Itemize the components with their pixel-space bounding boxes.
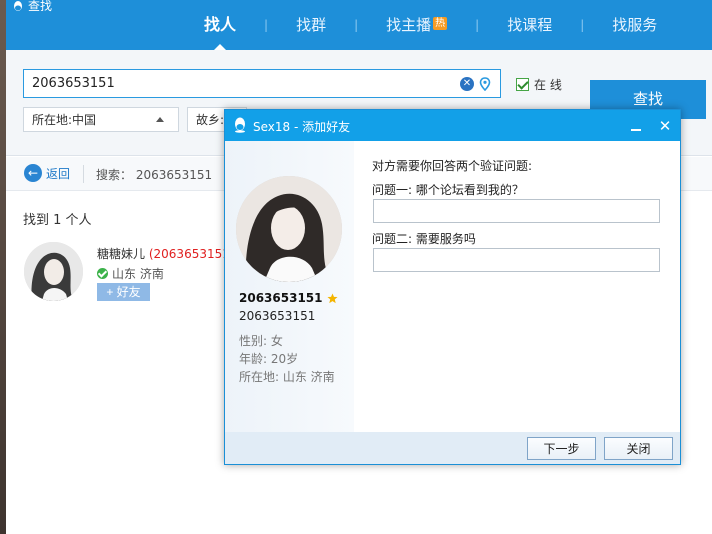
online-checkbox[interactable] bbox=[516, 78, 529, 91]
result-location: 山东 济南 bbox=[97, 265, 164, 282]
search-summary: 搜索： 2063653151 bbox=[96, 166, 212, 183]
qq-penguin-icon bbox=[235, 117, 245, 133]
result-qq-number: (2063653151 bbox=[148, 247, 230, 261]
star-icon bbox=[326, 292, 338, 303]
verified-check-icon bbox=[97, 268, 108, 279]
tab-find-group[interactable]: 找群 bbox=[268, 0, 354, 50]
tab-find-people[interactable]: 找人 bbox=[176, 0, 264, 50]
clear-icon[interactable]: ✕ bbox=[460, 76, 474, 91]
location-select[interactable]: 所在地:中国 bbox=[23, 107, 179, 132]
online-label: 在 线 bbox=[534, 78, 562, 92]
profile-qq: 2063653151 bbox=[239, 309, 316, 323]
profile-age: 年龄: 20岁 bbox=[239, 352, 299, 366]
next-button[interactable]: 下一步 bbox=[527, 437, 596, 460]
qq-penguin-icon bbox=[14, 1, 22, 11]
avatar-image bbox=[236, 176, 342, 282]
profile-gender: 性别: 女 bbox=[239, 334, 283, 348]
verification-panel: 对方需要你回答两个验证问题: 问题一: 哪个论坛看到我的？ 问题二: 需要服务吗 bbox=[354, 141, 680, 432]
result-location-text: 山东 济南 bbox=[112, 267, 164, 281]
divider bbox=[83, 165, 84, 183]
search-box: ✕ bbox=[23, 69, 501, 98]
close-button[interactable]: 关闭 bbox=[604, 437, 673, 460]
profile-location: 所在地: 山东 济南 bbox=[239, 370, 335, 384]
add-friend-dialog: Sex18 - 添加好友 ✕ 2063653151 2063653151 性别:… bbox=[224, 109, 681, 465]
profile-panel: 2063653151 2063653151 性别: 女 年龄: 20岁 所在地:… bbox=[225, 141, 354, 432]
location-pin-icon[interactable] bbox=[478, 76, 492, 91]
tab-find-service[interactable]: 找服务 bbox=[584, 0, 685, 50]
question-1: 问题一: 哪个论坛看到我的？ bbox=[372, 183, 524, 197]
search-summary-label: 搜索： bbox=[96, 168, 133, 182]
app-title-text: 查找 bbox=[28, 0, 53, 13]
caret-up-icon bbox=[156, 117, 164, 122]
tab-find-course[interactable]: 找课程 bbox=[479, 0, 580, 50]
avatar-image bbox=[24, 242, 83, 301]
answer-1-input[interactable] bbox=[373, 199, 660, 223]
profile-nickname: 2063653151 bbox=[239, 291, 338, 305]
search-input[interactable] bbox=[32, 76, 460, 91]
dialog-title-bar[interactable]: Sex18 - 添加好友 ✕ bbox=[225, 110, 680, 141]
result-name[interactable]: 糖糖妹儿 (2063653151 bbox=[97, 245, 230, 262]
online-filter[interactable]: 在 线 bbox=[516, 76, 562, 93]
tab-find-streamer-label: 找主播 bbox=[386, 16, 432, 34]
profile-nickname-text: 2063653151 bbox=[239, 291, 323, 305]
result-avatar[interactable] bbox=[24, 242, 83, 301]
top-bar: 查找 找人 | 找群 | 找主播热 | 找课程 | 找服务 bbox=[6, 0, 712, 50]
found-count: 找到 1 个人 bbox=[23, 213, 92, 228]
result-nickname: 糖糖妹儿 bbox=[97, 247, 146, 261]
tab-find-streamer[interactable]: 找主播热 bbox=[358, 0, 475, 50]
app-title: 查找 bbox=[12, 0, 52, 12]
back-label: 返回 bbox=[46, 166, 71, 181]
answer-2-input[interactable] bbox=[373, 248, 660, 272]
back-button[interactable]: ← 返回 bbox=[24, 164, 70, 182]
location-select-value: 所在地:中国 bbox=[32, 113, 97, 127]
search-summary-value: 2063653151 bbox=[135, 168, 213, 182]
profile-avatar bbox=[236, 176, 342, 282]
dialog-title: Sex18 - 添加好友 bbox=[253, 120, 351, 134]
tab-bar: 找人 | 找群 | 找主播热 | 找课程 | 找服务 bbox=[176, 0, 685, 50]
hot-badge: 热 bbox=[433, 17, 448, 30]
verification-prompt: 对方需要你回答两个验证问题: bbox=[372, 159, 533, 173]
add-friend-button[interactable]: + 好友 bbox=[97, 283, 150, 301]
back-arrow-icon: ← bbox=[24, 164, 42, 182]
question-2: 问题二: 需要服务吗 bbox=[372, 232, 476, 246]
dialog-footer: 下一步 关闭 bbox=[225, 432, 680, 464]
close-icon[interactable]: ✕ bbox=[655, 116, 675, 136]
hometown-select-value: 故乡: bbox=[196, 113, 225, 127]
minimize-button[interactable] bbox=[628, 118, 644, 134]
